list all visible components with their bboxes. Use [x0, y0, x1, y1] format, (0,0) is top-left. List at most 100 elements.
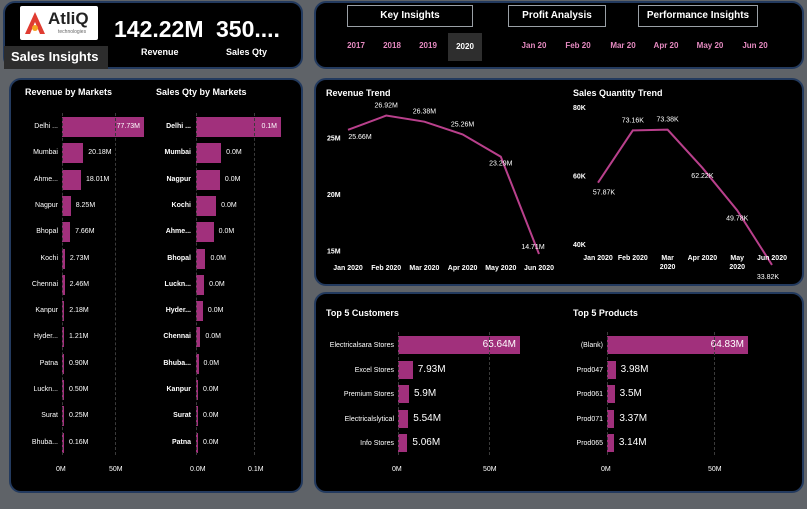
- month-chip-jan[interactable]: Jan 20: [516, 41, 552, 50]
- month-chip-apr[interactable]: Apr 20: [648, 41, 684, 50]
- bar-value: 0.0M: [205, 333, 221, 341]
- bar-value: 1.21M: [69, 333, 89, 341]
- bar-label: Luckn...: [164, 280, 191, 288]
- bar-value: 2.46M: [69, 280, 90, 288]
- profit-analysis-button[interactable]: Profit Analysis: [508, 5, 606, 27]
- axis-tick: 50M: [708, 466, 722, 473]
- month-chip-jun[interactable]: Jun 20: [737, 41, 773, 50]
- bar-value: 0.0M: [221, 201, 237, 209]
- revenue-kpi-label: Revenue: [141, 47, 179, 57]
- bar-label: Surat: [41, 412, 58, 420]
- month-chip-feb[interactable]: Feb 20: [560, 41, 596, 50]
- bar-label: Electricalsara Stores: [329, 342, 394, 349]
- bar-label: Luckn...: [33, 386, 58, 393]
- bar-label: Surat: [173, 412, 191, 420]
- axis-tick: 0M: [56, 466, 66, 473]
- bar-value: 7.93M: [417, 363, 446, 375]
- bar-value: 0.0M: [203, 438, 219, 446]
- key-insights-button[interactable]: Key Insights: [347, 5, 473, 27]
- bar-value: 2.73M: [69, 254, 90, 262]
- performance-insights-button[interactable]: Performance Insights: [638, 5, 758, 27]
- bar-label: Kanpur: [35, 307, 58, 315]
- bar-value: 0.0M: [209, 280, 225, 288]
- bar-value: 5.06M: [412, 437, 441, 448]
- bar-label: Delhi ...: [34, 123, 58, 130]
- bar-label: Bhuba...: [163, 359, 191, 367]
- bar-value: 0.1M: [261, 123, 277, 130]
- bar-label: Prod061: [576, 391, 603, 398]
- bar-label: Chennai: [163, 333, 191, 341]
- gridline: [196, 113, 197, 455]
- bar-value: 20.18M: [88, 149, 112, 157]
- bar-value: 5.54M: [413, 412, 442, 424]
- bar-label: Mumbai: [164, 149, 191, 157]
- bar-value: 7.66M: [75, 228, 95, 236]
- bar-value: 0.0M: [210, 254, 226, 262]
- gridline: [62, 113, 63, 455]
- bar-label: Chennai: [31, 280, 58, 288]
- bar-value: 8.25M: [75, 201, 96, 209]
- bar: [196, 195, 217, 216]
- bar-label: Electricalslytical: [344, 415, 394, 423]
- bar-value: 0.50M: [69, 386, 89, 393]
- axis-tick: 50M: [483, 466, 497, 473]
- month-chip-mar[interactable]: Mar 20: [605, 41, 641, 50]
- top-customers-title: Top 5 Customers: [326, 308, 399, 318]
- bar-label: Nagpur: [35, 201, 58, 209]
- bar-value: 0.0M: [203, 359, 220, 367]
- bar-value: 3.5M: [619, 388, 642, 399]
- gridline: [254, 113, 255, 455]
- bar-label: Ahme...: [165, 228, 191, 236]
- axis-tick: 50M: [109, 466, 123, 473]
- bar-label: Hyder...: [33, 333, 58, 341]
- atliq-logo-icon: [25, 12, 45, 34]
- bar-value: 0.90M: [69, 359, 89, 367]
- bar-label: Bhuba...: [31, 438, 58, 446]
- bar: [398, 385, 409, 403]
- bar: [607, 385, 615, 403]
- month-chip-may[interactable]: May 20: [692, 41, 728, 50]
- bar: [607, 360, 616, 379]
- axis-tick: 0.1M: [248, 466, 264, 473]
- bar-label: Kochi: [171, 201, 191, 209]
- gridline: [398, 332, 399, 455]
- year-chip-2020[interactable]: 2020: [448, 33, 482, 61]
- bar-label: Prod065: [576, 440, 603, 447]
- bar-label: Delhi ...: [166, 123, 191, 130]
- logo: AtliQ technologies: [20, 6, 98, 40]
- bar-label: Prod047: [576, 366, 603, 374]
- bar-value: 3.98M: [620, 363, 649, 375]
- bar-label: Info Stores: [360, 440, 394, 447]
- bar: [62, 169, 81, 190]
- bar-label: Kochi: [40, 254, 58, 262]
- year-chip-2018[interactable]: 2018: [377, 41, 407, 50]
- bar-value: 64.83M: [710, 339, 744, 350]
- revenue-trend-title: Revenue Trend: [326, 88, 391, 98]
- bar: [196, 248, 206, 269]
- bar: [398, 409, 409, 428]
- year-chip-2019[interactable]: 2019: [413, 41, 443, 50]
- logo-text: AtliQ: [48, 9, 89, 28]
- bar-value: 0.0M: [207, 307, 224, 315]
- bar: [398, 434, 408, 452]
- gridline: [489, 332, 490, 455]
- bar: [607, 434, 614, 452]
- bar-label: Nagpur: [166, 175, 192, 183]
- year-chip-2017[interactable]: 2017: [341, 41, 371, 50]
- bar: [196, 169, 220, 190]
- qty-trend-title: Sales Quantity Trend: [573, 88, 663, 98]
- axis-tick: 0M: [601, 466, 611, 473]
- bar-value: 5.9M: [413, 388, 437, 399]
- gridline: [714, 332, 715, 455]
- page-title-text: Sales Insights: [11, 49, 99, 64]
- bar-label: Prod071: [576, 415, 603, 423]
- bar-label: (Blank): [580, 342, 603, 349]
- qty-by-markets-title: Sales Qty by Markets: [156, 87, 247, 97]
- bar-label: Mumbai: [33, 149, 58, 157]
- bar-label: Hyder...: [165, 307, 191, 315]
- bar: [607, 409, 615, 428]
- bar-value: 65.64M: [482, 339, 516, 350]
- revenue-by-markets-title: Revenue by Markets: [25, 87, 113, 97]
- bar-label: Excel Stores: [354, 366, 394, 374]
- bar-value: 0.16M: [69, 438, 89, 446]
